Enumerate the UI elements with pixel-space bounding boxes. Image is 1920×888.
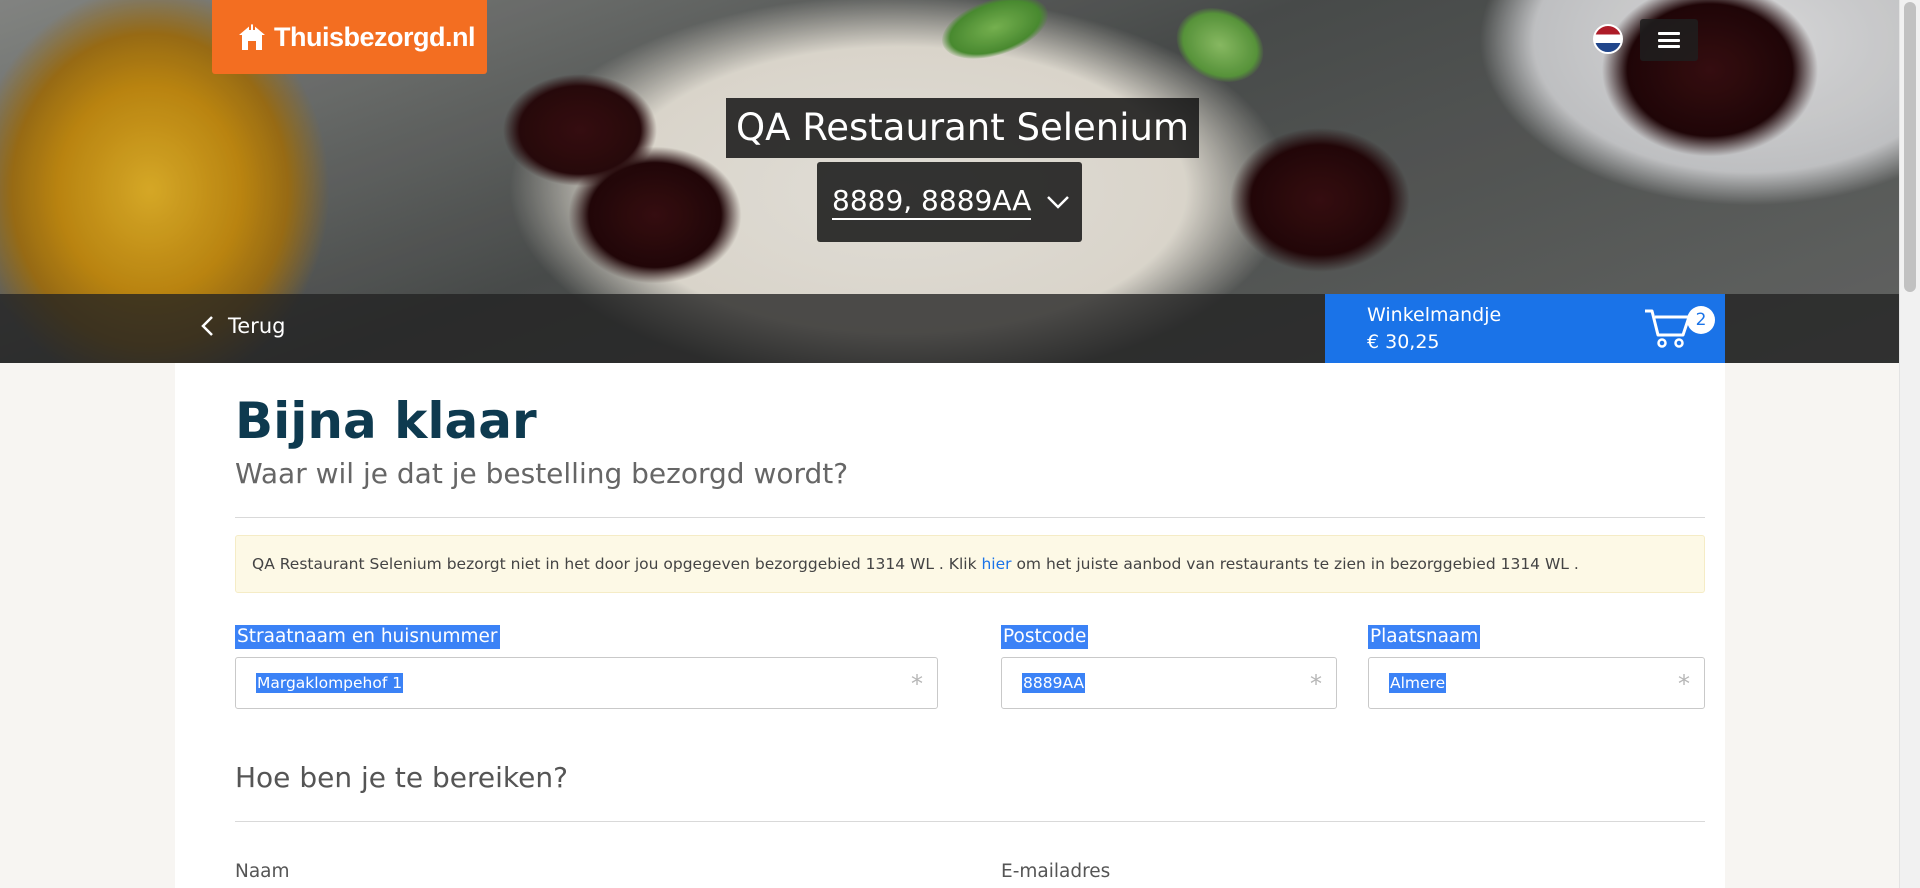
checkout-panel: Bijna klaar Waar wil je dat je bestellin… <box>175 363 1725 888</box>
city-label: Plaatsnaam <box>1368 625 1481 649</box>
divider <box>235 821 1705 822</box>
street-label: Straatnaam en huisnummer <box>235 625 500 649</box>
street-field[interactable]: Margaklompehof 1 * <box>235 657 938 709</box>
shopping-cart-icon <box>1645 309 1691 348</box>
menu-button[interactable] <box>1640 19 1698 61</box>
alert-text-end: om het juiste aanbod van restaurants te … <box>1011 555 1579 573</box>
street-value: Margaklompehof 1 <box>256 673 404 693</box>
back-link[interactable]: Terug <box>200 314 285 338</box>
back-label: Terug <box>228 314 286 338</box>
alert-link[interactable]: hier <box>981 555 1011 573</box>
house-logo-icon <box>239 24 265 50</box>
required-marker: * <box>911 670 923 698</box>
chevron-down-icon <box>1047 196 1070 209</box>
page-title: Bijna klaar <box>235 392 537 450</box>
scrollbar-thumb[interactable] <box>1904 2 1916 292</box>
postcode-value: 8889AA <box>1022 673 1086 693</box>
name-label: Naam <box>235 861 290 882</box>
hamburger-icon <box>1658 32 1680 48</box>
alert-text: QA Restaurant Selenium bezorgt niet in h… <box>252 555 982 573</box>
chevron-left-icon <box>201 316 213 336</box>
contact-section-title: Hoe ben je te bereiken? <box>235 761 568 794</box>
delivery-address-dropdown[interactable]: 8889, 8889AA <box>817 162 1082 242</box>
restaurant-name: QA Restaurant Selenium <box>726 98 1200 158</box>
postcode-label: Postcode <box>1001 625 1089 649</box>
cart-button[interactable]: Winkelmandje € 30,25 2 <box>1325 294 1725 363</box>
language-flag-button[interactable] <box>1593 24 1623 54</box>
delivery-address-text: 8889, 8889AA <box>832 184 1032 220</box>
required-marker: * <box>1678 670 1690 698</box>
delivery-area-alert: QA Restaurant Selenium bezorgt niet in h… <box>235 535 1705 593</box>
required-marker: * <box>1310 670 1322 698</box>
page-scrollbar[interactable] <box>1899 0 1920 888</box>
cart-count-badge: 2 <box>1687 306 1715 334</box>
city-value: Almere <box>1389 673 1447 693</box>
logo-link[interactable]: Thuisbezorgd.nl <box>212 0 487 74</box>
page-subtitle: Waar wil je dat je bestelling bezorgd wo… <box>235 457 849 490</box>
postcode-field[interactable]: 8889AA * <box>1001 657 1337 709</box>
city-field[interactable]: Almere * <box>1368 657 1705 709</box>
email-label: E-mailadres <box>1001 861 1111 882</box>
divider <box>235 517 1705 518</box>
logo-text: Thuisbezorgd.nl <box>274 21 476 52</box>
